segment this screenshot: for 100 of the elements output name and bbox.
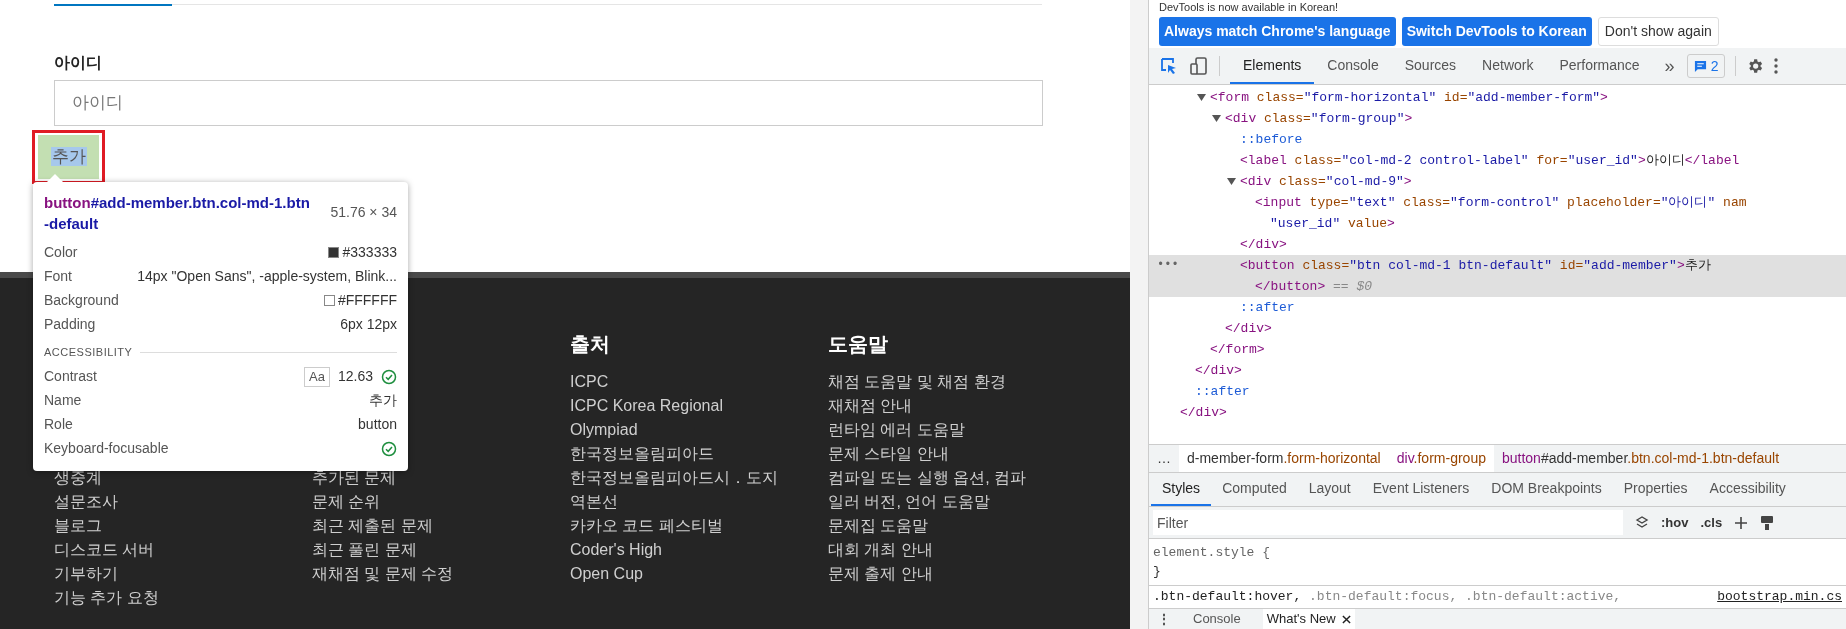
footer-heading: 출처 — [570, 333, 610, 355]
panel-tab[interactable]: Network — [1469, 48, 1547, 84]
footer-link[interactable]: 최근 제출된 문제 — [312, 514, 433, 538]
footer-link[interactable]: 일러 버전, 언어 도움말 — [828, 490, 990, 514]
add-button[interactable]: 추가 — [38, 135, 99, 179]
footer-link[interactable]: 문제 출제 안내 — [828, 562, 933, 586]
property-label: Name — [44, 391, 82, 410]
footer-link[interactable]: 채점 도움말 및 채점 환경 — [828, 370, 1006, 394]
more-tabs-button[interactable]: » — [1662, 52, 1677, 80]
footer-link[interactable]: 디스코드 서버 — [54, 538, 155, 562]
sidebar-tab[interactable]: DOM Breakpoints — [1480, 473, 1613, 506]
breadcrumb-overflow-button[interactable]: … — [1149, 448, 1179, 469]
code-line[interactable]: <div class="form-group"> — [1225, 108, 1413, 129]
element-size: 51.76 × 34 — [330, 203, 397, 222]
footer-link[interactable]: 런타임 에러 도움말 — [828, 418, 965, 442]
hover-state-button[interactable]: :hov — [1661, 512, 1689, 533]
footer-link[interactable]: 대회 개최 안내 — [828, 538, 933, 562]
footer-link[interactable]: 기부하기 — [54, 562, 118, 586]
notice-text: DevTools is now available in Korean! — [1159, 0, 1339, 14]
footer-link[interactable]: 카카오 코드 페스티벌 — [570, 514, 723, 538]
code-line[interactable]: </button> == $0 — [1255, 276, 1373, 297]
drawer-menu-button[interactable]: ⋮ — [1157, 609, 1171, 629]
close-icon[interactable] — [1341, 614, 1351, 624]
code-line[interactable]: </form> — [1210, 339, 1265, 360]
notice-button[interactable]: Don't show again — [1597, 16, 1719, 46]
property-value: 12.63 — [337, 367, 373, 386]
notice-button[interactable]: Always match Chrome's language — [1159, 16, 1396, 46]
footer-link[interactable]: Open Cup — [570, 562, 643, 586]
property-value: 6px 12px — [340, 314, 397, 334]
sidebar-tab[interactable]: Computed — [1211, 473, 1298, 506]
notice-button[interactable]: Switch DevTools to Korean — [1401, 16, 1592, 46]
expand-triangle-icon[interactable] — [1227, 177, 1236, 186]
footer-link[interactable]: 역본선 — [570, 490, 618, 514]
footer-link[interactable]: 재채점 및 문제 수정 — [312, 562, 454, 586]
field-label: 아이디 — [54, 53, 103, 73]
code-line[interactable]: <form class="form-horizontal" id="add-member-form"> — [1210, 87, 1608, 108]
selected-row[interactable]: ••• <button class="btn col-md-1 btn-default" id="add-member">추가 </button> == $0 — [1149, 255, 1846, 297]
panel-tab[interactable]: Elements — [1230, 48, 1315, 84]
section-heading: ACCESSIBILITY — [44, 345, 133, 360]
footer-link[interactable]: Coder's High — [570, 538, 662, 562]
footer-link[interactable]: ICPC — [570, 370, 609, 394]
footer-link[interactable]: 블로그 — [54, 514, 102, 538]
id-input-field[interactable]: 아이디 — [54, 80, 1043, 126]
footer-link[interactable]: Olympiad — [570, 418, 638, 442]
more-dots[interactable]: ••• — [1157, 255, 1179, 275]
sidebar-tab[interactable]: Accessibility — [1698, 473, 1797, 506]
property-value: button — [358, 415, 397, 434]
code-line[interactable]: ::after — [1240, 297, 1295, 318]
property-value: #333333 — [342, 242, 397, 262]
footer-link[interactable]: 문제집 도움말 — [828, 514, 929, 538]
code-line[interactable]: <button class="btn col-md-1 btn-default" id="add-member">추가 — [1240, 255, 1711, 276]
kebab-menu-icon[interactable] — [1774, 58, 1779, 74]
drawer-tab[interactable]: What's New — [1262, 609, 1355, 629]
breadcrumb[interactable]: div.form-group — [1388, 445, 1494, 472]
code-line[interactable]: ::after — [1195, 381, 1250, 402]
sidebar-tab[interactable]: Event Listeners — [1361, 473, 1481, 506]
check-circle-icon — [381, 440, 397, 457]
footer-link[interactable]: 한국정보올림피아드 — [570, 442, 714, 466]
footer-link[interactable]: 기능 추가 요청 — [54, 586, 159, 610]
footer-link[interactable]: 재채점 안내 — [828, 394, 913, 418]
footer-link[interactable]: 한국정보올림피아드시．도지 — [570, 466, 778, 490]
code-line[interactable]: ::before — [1240, 129, 1303, 150]
footer-link[interactable]: 문제 스타일 안내 — [828, 442, 949, 466]
contrast-badge: Aa — [304, 366, 330, 387]
code-line[interactable]: <input type="text" class="form-control" placeholder="아이디" nam — [1255, 192, 1747, 213]
issues-button[interactable]: 2 — [1686, 54, 1726, 78]
paint-roller-icon[interactable] — [1760, 514, 1775, 531]
expand-triangle-icon[interactable] — [1197, 93, 1206, 102]
property-label: Contrast — [44, 367, 97, 386]
code-line[interactable]: <div class="col-md-9"> — [1240, 171, 1412, 192]
plus-icon[interactable] — [1734, 515, 1749, 530]
property-label: Background — [44, 290, 119, 310]
panel-tab[interactable]: Console — [1314, 48, 1392, 84]
breadcrumb[interactable]: d-member-form.form-horizontal — [1179, 445, 1389, 472]
code-line[interactable]: </div> — [1225, 318, 1272, 339]
filter-field[interactable]: Filter — [1153, 510, 1623, 535]
footer-link[interactable]: ICPC Korea Regional — [570, 394, 723, 418]
footer-link[interactable]: 설문조사 — [54, 490, 118, 514]
layers-icon[interactable] — [1635, 515, 1649, 530]
class-button[interactable]: .cls — [1700, 512, 1723, 533]
code-line[interactable]: </div> — [1195, 360, 1242, 381]
code-line[interactable]: </div> — [1180, 402, 1227, 423]
stylesheet-link[interactable]: bootstrap.min.cs — [1717, 587, 1842, 607]
sidebar-tab[interactable]: Properties — [1612, 473, 1699, 506]
property-label: Role — [44, 415, 73, 434]
code-line[interactable]: "user_id" value> — [1270, 213, 1395, 234]
code-line[interactable]: </div> — [1240, 234, 1287, 255]
expand-triangle-icon[interactable] — [1212, 114, 1221, 123]
footer-link[interactable]: 문제 순위 — [312, 490, 381, 514]
drawer-tab[interactable]: Console — [1189, 609, 1245, 629]
code-line[interactable]: <label class="col-md-2 control-label" for="user_id">아이디</label — [1240, 150, 1740, 171]
panel-tab[interactable]: Performance — [1546, 48, 1653, 84]
footer-heading: 도움말 — [828, 333, 888, 355]
device-toggle-icon[interactable] — [1189, 56, 1209, 76]
panel-tab[interactable]: Sources — [1391, 48, 1470, 84]
sidebar-tab[interactable]: Layout — [1297, 473, 1362, 506]
footer-link[interactable]: 최근 풀린 문제 — [312, 538, 417, 562]
property-label: Keyboard-focusable — [44, 439, 169, 458]
footer-link[interactable]: 컴파일 또는 실행 옵션, 컴파 — [828, 466, 1027, 490]
property-value: #FFFFFF — [337, 290, 397, 310]
